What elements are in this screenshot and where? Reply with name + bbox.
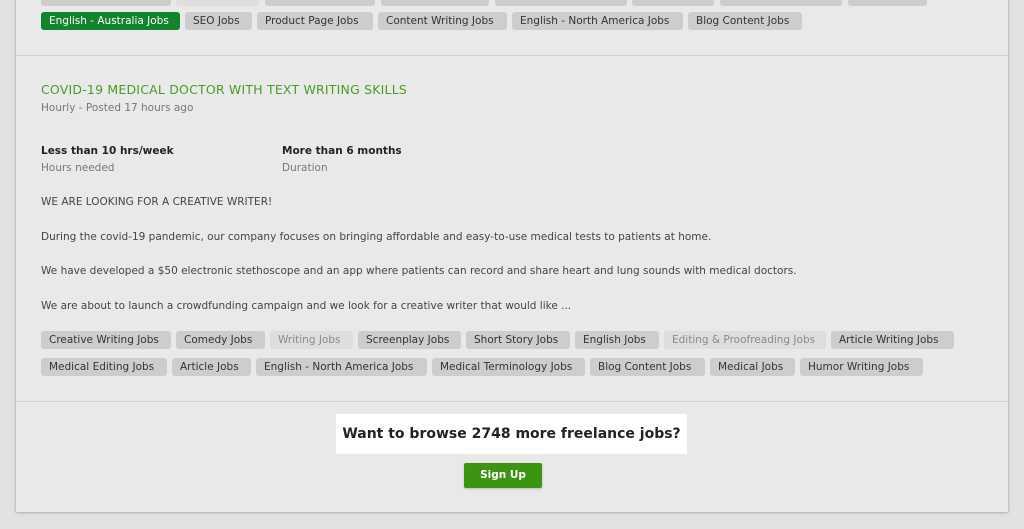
browse-more-banner: Want to browse 2748 more freelance jobs? [336, 414, 687, 454]
description-paragraph: We are about to launch a crowdfunding ca… [41, 300, 572, 312]
tag-creative-writing-jobs[interactable]: Creative Writing Jobs [41, 331, 171, 349]
tag-clipped[interactable] [848, 0, 927, 6]
hours-needed-label: Hours needed [41, 162, 115, 174]
tag-clipped[interactable] [720, 0, 842, 6]
tag-writing-jobs[interactable]: Writing Jobs [270, 331, 353, 349]
tag-content-writing-jobs[interactable]: Content Writing Jobs [378, 12, 507, 30]
tag-humor-writing-jobs[interactable]: Humor Writing Jobs [800, 358, 923, 376]
tag-clipped[interactable] [265, 0, 375, 6]
tag-medical-terminology-jobs[interactable]: Medical Terminology Jobs [432, 358, 585, 376]
job-meta: Hourly - Posted 17 hours ago [41, 102, 194, 114]
tag-blog-content-jobs[interactable]: Blog Content Jobs [590, 358, 705, 376]
tag-english-australia-jobs[interactable]: English - Australia Jobs [41, 12, 180, 30]
tag-medical-editing-jobs[interactable]: Medical Editing Jobs [41, 358, 167, 376]
tag-article-jobs[interactable]: Article Jobs [172, 358, 251, 376]
tag-editing-proofreading-jobs[interactable]: Editing & Proofreading Jobs [664, 331, 826, 349]
tag-english-north-america-jobs[interactable]: English - North America Jobs [256, 358, 427, 376]
tag-english-north-america-jobs[interactable]: English - North America Jobs [512, 12, 683, 30]
sign-up-button[interactable]: Sign Up [464, 463, 542, 488]
tag-seo-jobs[interactable]: SEO Jobs [185, 12, 252, 30]
tag-blog-content-jobs[interactable]: Blog Content Jobs [688, 12, 802, 30]
duration-value: More than 6 months [282, 145, 402, 157]
tag-clipped[interactable] [632, 0, 714, 6]
tag-screenplay-jobs[interactable]: Screenplay Jobs [358, 331, 461, 349]
description-paragraph: During the covid-19 pandemic, our compan… [41, 231, 712, 243]
hours-needed-value: Less than 10 hrs/week [41, 145, 174, 157]
tag-clipped[interactable] [41, 0, 171, 6]
tag-clipped[interactable] [495, 0, 627, 6]
divider [16, 401, 1008, 402]
tag-clipped[interactable] [176, 0, 259, 6]
duration-label: Duration [282, 162, 328, 174]
tag-product-page-jobs[interactable]: Product Page Jobs [257, 12, 373, 30]
tag-article-writing-jobs[interactable]: Article Writing Jobs [831, 331, 954, 349]
tag-medical-jobs[interactable]: Medical Jobs [710, 358, 795, 376]
divider [16, 55, 1008, 56]
tag-clipped[interactable] [381, 0, 489, 6]
tag-english-jobs[interactable]: English Jobs [575, 331, 659, 349]
tag-comedy-jobs[interactable]: Comedy Jobs [176, 331, 265, 349]
job-title-link[interactable]: COVID-19 MEDICAL DOCTOR WITH TEXT WRITIN… [41, 82, 407, 97]
description-paragraph: WE ARE LOOKING FOR A CREATIVE WRITER! [41, 196, 273, 208]
tag-short-story-jobs[interactable]: Short Story Jobs [466, 331, 570, 349]
description-paragraph: We have developed a $50 electronic steth… [41, 265, 797, 277]
